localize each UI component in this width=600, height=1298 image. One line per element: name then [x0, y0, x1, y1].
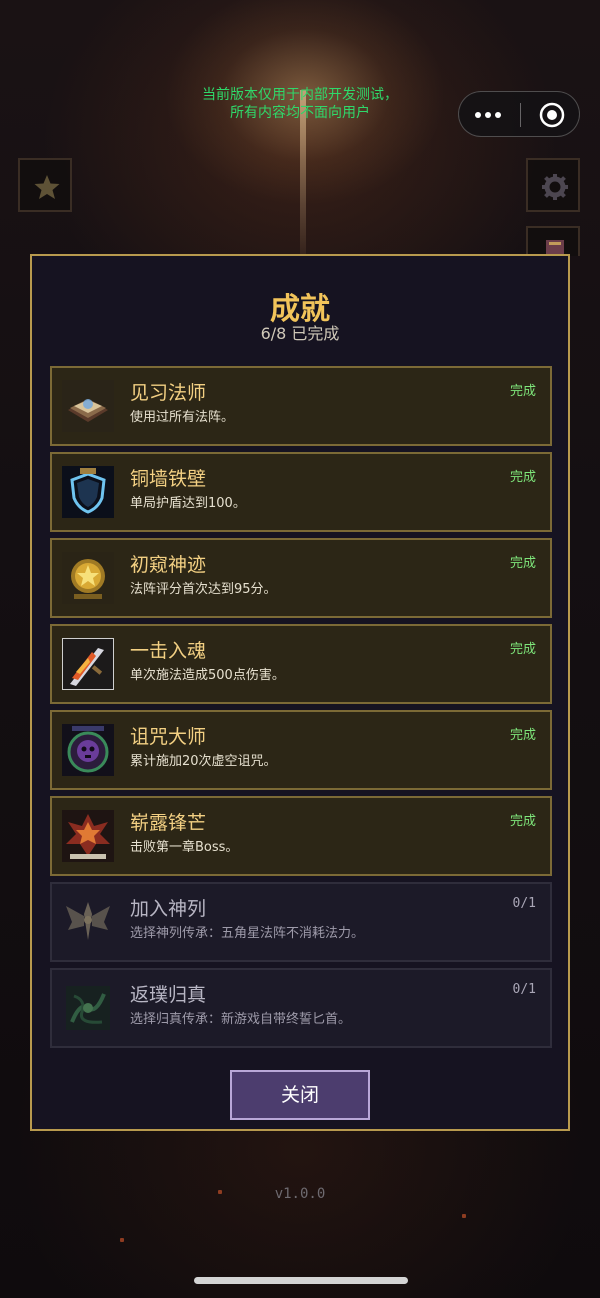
achievement-card[interactable]: 初窥神迹 法阵评分首次达到95分。 完成 [50, 538, 552, 618]
shield-icon [62, 466, 114, 518]
achievement-status: 0/1 [512, 896, 536, 911]
dev-notice-line1: 当前版本仅用于内部开发测试， [202, 87, 398, 103]
achievement-name: 加入神列 [130, 898, 207, 920]
curse-skull-emblem-icon [62, 724, 114, 776]
achievement-name: 返璞归真 [130, 984, 207, 1006]
achievement-status: 完成 [509, 642, 536, 657]
flaming-sword-icon [62, 638, 114, 690]
boss-slayer-badge-icon [62, 810, 114, 862]
achievement-progress: 6/8 已完成 [260, 324, 340, 343]
achievement-name: 铜墙铁壁 [130, 468, 207, 490]
background-ember [120, 1238, 124, 1242]
achievement-name: 初窥神迹 [130, 554, 207, 576]
achievement-name: 崭露锋芒 [130, 812, 207, 834]
mini-program-capsule [458, 91, 580, 137]
achievement-desc: 累计施加20次虚空诅咒。 [130, 754, 277, 769]
spellbook-icon [62, 380, 114, 432]
achievement-status: 完成 [509, 728, 536, 743]
achievement-desc: 选择归真传承：新游戏自带终誓匕首。 [130, 1012, 352, 1027]
star-icon [34, 175, 60, 199]
achievement-status: 完成 [509, 814, 536, 829]
achievement-card[interactable]: 诅咒大师 累计施加20次虚空诅咒。 完成 [50, 710, 552, 790]
achievement-desc: 单局护盾达到100。 [130, 496, 246, 511]
achievement-card[interactable]: 铜墙铁壁 单局护盾达到100。 完成 [50, 452, 552, 532]
achievement-card[interactable]: 崭露锋芒 击败第一章Boss。 完成 [50, 796, 552, 876]
achievement-desc: 法阵评分首次达到95分。 [130, 582, 277, 597]
background-ember [462, 1214, 466, 1218]
green-vine-emblem-icon [66, 986, 110, 1030]
gear-icon [542, 174, 568, 200]
settings-button[interactable] [526, 158, 580, 212]
capsule-divider [520, 103, 521, 127]
home-indicator[interactable] [194, 1277, 408, 1284]
achievements-panel: 成就 6/8 已完成 见习法师 使用过所有法阵。 完成 铜墙铁壁 单局护盾达到1… [30, 254, 570, 1131]
achievement-name: 一击入魂 [130, 640, 207, 662]
dev-notice-line2: 所有内容均不面向用户 [230, 105, 370, 121]
close-miniprogram-icon[interactable] [539, 102, 565, 128]
winged-emblem-icon [66, 902, 110, 940]
achievement-status: 完成 [509, 384, 536, 399]
achievement-desc: 选择神列传承：五角星法阵不消耗法力。 [130, 926, 365, 941]
close-button[interactable]: 关闭 [230, 1070, 370, 1120]
achievement-desc: 击败第一章Boss。 [130, 840, 239, 855]
achievement-status: 0/1 [512, 982, 536, 997]
version-label: v1.0.0 [274, 1186, 326, 1202]
gold-star-medal-icon [62, 552, 114, 604]
achievement-desc: 单次施法造成500点伤害。 [130, 668, 285, 683]
achievement-status: 完成 [509, 556, 536, 571]
achievement-card-locked[interactable]: 返璞归真 选择归真传承：新游戏自带终誓匕首。 0/1 [50, 968, 552, 1048]
achievement-card[interactable]: 一击入魂 单次施法造成500点伤害。 完成 [50, 624, 552, 704]
achievements-button[interactable] [18, 158, 72, 212]
achievement-desc: 使用过所有法阵。 [130, 410, 235, 425]
more-options-icon[interactable] [475, 106, 503, 124]
achievement-name: 见习法师 [130, 382, 207, 404]
achievement-card-locked[interactable]: 加入神列 选择神列传承：五角星法阵不消耗法力。 0/1 [50, 882, 552, 962]
game-screen: 当前版本仅用于内部开发测试， 所有内容均不面向用户 成就 6/8 已完成 见习法… [0, 0, 600, 1298]
book-icon [546, 240, 564, 256]
dev-test-notice: 当前版本仅用于内部开发测试， 所有内容均不面向用户 [150, 86, 450, 122]
achievement-status: 完成 [509, 470, 536, 485]
achievement-card[interactable]: 见习法师 使用过所有法阵。 完成 [50, 366, 552, 446]
achievement-name: 诅咒大师 [130, 726, 207, 748]
codex-button[interactable] [526, 226, 580, 256]
